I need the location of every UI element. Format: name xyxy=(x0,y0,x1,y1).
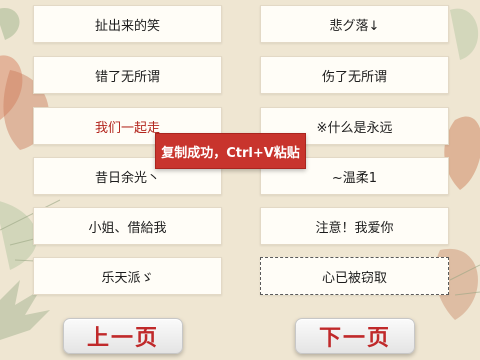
nickname-item-2[interactable]: 悲グ落↓ xyxy=(260,5,449,43)
nickname-text: 我们一起走 xyxy=(94,120,160,136)
nickname-text: 错了无所谓 xyxy=(94,69,160,85)
prev-page-label: 上一页 xyxy=(86,326,159,351)
nickname-item-4[interactable]: 伤了无所谓 xyxy=(260,56,449,94)
prev-page-button[interactable]: 上一页 xyxy=(63,318,183,354)
nickname-text: 悲グ落↓ xyxy=(329,18,380,34)
nickname-text: 扯出来的笑 xyxy=(94,18,160,34)
nickname-item-3[interactable]: 错了无所谓 xyxy=(33,56,222,94)
nickname-item-1[interactable]: 扯出来的笑 xyxy=(33,5,222,43)
nickname-item-12[interactable]: 心已被窃取 xyxy=(260,257,449,295)
nickname-text: 乐天派ゞ xyxy=(101,270,154,286)
nickname-text: 心已被窃取 xyxy=(321,270,387,286)
next-page-button[interactable]: 下一页 xyxy=(295,318,415,354)
nickname-text: 注意！我爱你 xyxy=(315,220,394,236)
nickname-text: 伤了无所谓 xyxy=(321,69,387,85)
nickname-text: ※什么是永远 xyxy=(316,120,393,136)
nickname-item-10[interactable]: 注意！我爱你 xyxy=(260,207,449,245)
nickname-item-9[interactable]: 小姐、借給我 xyxy=(33,207,222,245)
nickname-item-11[interactable]: 乐天派ゞ xyxy=(33,257,222,295)
nickname-text: 小姐、借給我 xyxy=(88,220,167,236)
toast-text: 复制成功，Ctrl+V粘贴 xyxy=(161,145,300,161)
nickname-text: 昔日余光丶 xyxy=(94,170,160,186)
nickname-text: ~温柔1 xyxy=(331,170,378,186)
next-page-label: 下一页 xyxy=(318,326,391,351)
copy-success-toast: 复制成功，Ctrl+V粘贴 xyxy=(155,133,306,169)
